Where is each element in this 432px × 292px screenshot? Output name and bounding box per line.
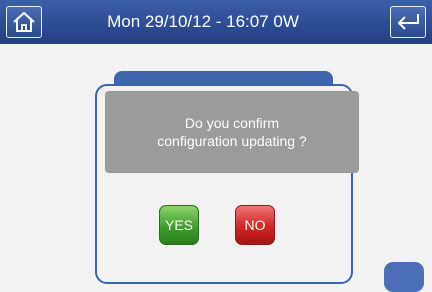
status-text: Mon 29/10/12 - 16:07 0W xyxy=(107,12,299,31)
confirm-message: Do you confirm configuration updating ? xyxy=(105,91,359,173)
corner-button[interactable] xyxy=(384,262,424,292)
message-line-1: Do you confirm xyxy=(184,115,280,131)
top-bar: Mon 29/10/12 - 16:07 0W xyxy=(0,0,432,44)
yes-button[interactable]: YES xyxy=(159,205,199,245)
message-line-2: configuration updating ? xyxy=(157,133,307,149)
confirm-dialog: Do you confirm configuration updating ? … xyxy=(95,84,359,284)
return-arrow-icon xyxy=(398,14,419,30)
no-button[interactable]: NO xyxy=(235,205,275,245)
back-button[interactable] xyxy=(390,6,426,38)
